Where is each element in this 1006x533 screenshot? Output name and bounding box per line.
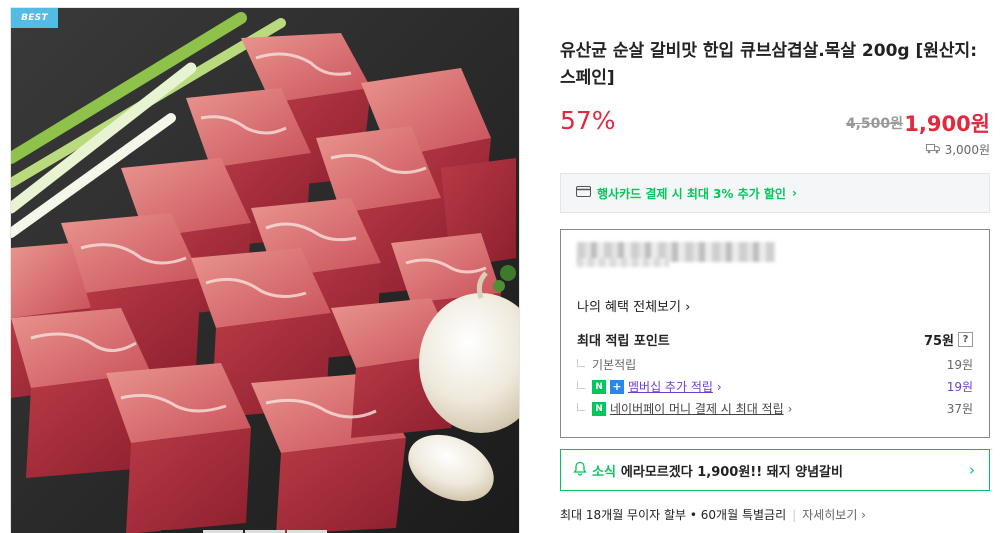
product-image-frame[interactable]: BEST [10,7,520,533]
installment-text: 최대 18개월 무이자 할부 • 60개월 특별금리 [560,508,787,522]
naver-n-icon: N [592,379,606,394]
chevron-right-icon: › [685,300,691,315]
points-row-label[interactable]: 멤버십 추가 적립 [628,378,713,395]
points-row-npay[interactable]: N 네이버페이 머니 결제 시 최대 적립 › 37원 [577,400,973,417]
naver-plus-icon: + [610,379,624,394]
redacted-user-info-sub [577,258,669,267]
points-row-value: 37원 [946,402,973,416]
chevron-right-icon: › [969,461,975,479]
card-discount-banner[interactable]: 행사카드 결제 시 최대 3% 추가 할인 › [560,173,990,213]
points-row-label: 기본적립 [592,358,637,372]
sale-price: 1,900원 [904,112,990,136]
bell-icon [573,461,587,480]
installment-more-label: 자세히보기 [802,508,858,522]
delivery-fee: 3,000원 [925,141,990,158]
original-price: 4,500원 [845,116,903,132]
store-news-banner[interactable]: 소식 에라모르겠다 1,900원!! 돼지 양념갈비 › [560,449,990,491]
max-points-row: 최대 적립 포인트 75원 ? [577,330,973,349]
points-row-membership[interactable]: N + 멤버십 추가 적립 › 19원 [577,378,973,395]
product-title: 유산균 순살 갈비맛 한입 큐브삼겹살.목살 200g [원산지:스페인] [560,41,977,88]
news-tag: 소식 [592,464,616,480]
news-message: 에라모르겠다 1,900원!! 돼지 양념갈비 [620,464,843,480]
product-image [11,8,519,533]
truck-icon [925,143,940,157]
my-benefits-label: 나의 혜택 전체보기 [577,300,681,315]
tree-corner-icon [577,402,585,411]
chevron-right-icon: › [791,186,797,200]
max-points-value: 75원 [923,334,954,349]
tree-corner-icon [577,380,585,389]
help-icon[interactable]: ? [958,332,973,347]
installment-more-link[interactable]: 자세히보기 › [802,506,866,523]
points-row-value: 19원 [946,358,973,372]
credit-card-icon [576,186,591,200]
points-row-basic: 기본적립 19원 [577,356,973,373]
naver-pay-icon: N [592,401,606,416]
points-row-label[interactable]: 네이버페이 머니 결제 시 최대 적립 [610,400,784,417]
my-benefits-link[interactable]: 나의 혜택 전체보기 › [577,296,690,315]
discount-rate: 57% [560,106,616,135]
card-discount-text: 행사카드 결제 시 최대 3% 추가 할인 [597,186,786,201]
delivery-fee-value: 3,000원 [944,143,990,157]
best-badge: BEST [11,8,58,28]
chevron-right-icon: › [716,379,722,394]
tree-corner-icon [577,358,585,367]
points-row-value: 19원 [946,380,973,394]
chevron-right-icon: › [787,401,793,416]
divider: | [792,507,797,522]
benefit-box: 나의 혜택 전체보기 › 최대 적립 포인트 75원 ? 기본적립 19원 N +… [560,229,990,438]
installment-info: 최대 18개월 무이자 할부 • 60개월 특별금리 | 자세히보기 › [560,506,866,523]
product-page: BEST 유산균 순살 갈비맛 한입 큐브삼겹살.목살 200g [원산지:스페… [0,0,1006,533]
max-points-label: 최대 적립 포인트 [577,334,670,349]
